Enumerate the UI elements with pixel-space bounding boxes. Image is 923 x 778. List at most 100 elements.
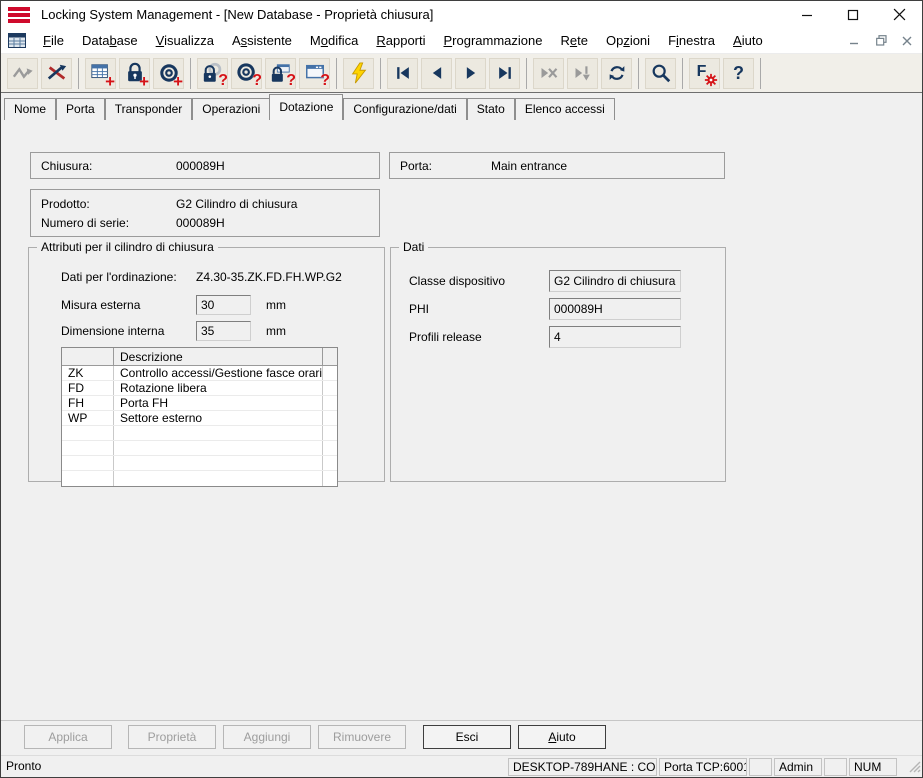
menu-programmazione[interactable]: Programmazione: [435, 30, 552, 51]
phi-field[interactable]: 000089H: [549, 298, 681, 320]
skip-record-button[interactable]: [567, 58, 598, 89]
classe-dispositivo-field[interactable]: G2 Cilindro di chiusura: [549, 270, 681, 292]
help-button[interactable]: ?: [723, 58, 754, 89]
menu-bar: File Database Visualizza Assistente Modi…: [1, 28, 922, 54]
query-window-button[interactable]: ?: [299, 58, 330, 89]
disconnect-button[interactable]: [41, 58, 72, 89]
maximize-button[interactable]: [830, 1, 876, 28]
menu-visualizza[interactable]: Visualizza: [147, 30, 223, 51]
read-transponder-button[interactable]: ?: [231, 58, 262, 89]
program-button[interactable]: [343, 58, 374, 89]
status-segment-user: Admin: [774, 758, 822, 776]
option-row-zk[interactable]: ZK Controllo accessi/Gestione fasce orar…: [62, 366, 337, 381]
prodotto-box: Prodotto: G2 Cilindro di chiusura Numero…: [30, 189, 380, 237]
last-record-button[interactable]: [489, 58, 520, 89]
connect-button[interactable]: [7, 58, 38, 89]
applica-button[interactable]: Applica: [24, 725, 112, 749]
mdi-restore-button[interactable]: [872, 33, 890, 49]
dimensione-interna-input[interactable]: 35: [196, 321, 251, 341]
plus-overlay-icon: +: [139, 73, 149, 90]
misura-esterna-label: Misura esterna: [61, 298, 140, 312]
profili-release-field[interactable]: 4: [549, 326, 681, 348]
toolbar-separator: [760, 58, 761, 89]
menu-rete[interactable]: Rete: [552, 30, 597, 51]
help-icon: ?: [733, 63, 744, 84]
tab-configurazione-dati[interactable]: Configurazione/dati: [343, 98, 466, 120]
misura-esterna-input[interactable]: 30: [196, 295, 251, 315]
menu-rapporti[interactable]: Rapporti: [367, 30, 434, 51]
menu-modifica[interactable]: Modifica: [301, 30, 367, 51]
menu-aiuto[interactable]: Aiuto: [724, 30, 772, 51]
new-plan-button[interactable]: +: [85, 58, 116, 89]
previous-record-button[interactable]: [421, 58, 452, 89]
option-desc: Rotazione libera: [114, 381, 323, 395]
search-button[interactable]: [645, 58, 676, 89]
status-segment-connection: DESKTOP-789HANE : COM(*): [508, 758, 657, 776]
proprieta-button[interactable]: Proprietà: [128, 725, 216, 749]
menu-database[interactable]: Database: [73, 30, 147, 51]
question-overlay-icon: ?: [252, 73, 262, 89]
toolbar-separator: [336, 58, 337, 89]
tab-operazioni[interactable]: Operazioni: [192, 98, 270, 120]
options-table: Descrizione ZK Controllo accessi/Gestion…: [61, 347, 338, 487]
read-lock-alt-button[interactable]: ?: [265, 58, 296, 89]
rimuovere-button[interactable]: Rimuovere: [318, 725, 406, 749]
porta-label: Porta:: [400, 157, 491, 176]
tab-elenco-accessi[interactable]: Elenco accessi: [515, 98, 615, 120]
prodotto-label: Prodotto:: [41, 195, 176, 214]
status-segment-num-lock: NUM: [849, 758, 897, 776]
close-button[interactable]: [876, 1, 922, 28]
minimize-icon: [801, 9, 813, 21]
filter-button[interactable]: F: [689, 58, 720, 89]
footer-button-bar: Applica Proprietà Aggiungi Rimuovere Esc…: [1, 721, 922, 755]
resize-grip[interactable]: [907, 759, 921, 776]
option-code: FH: [62, 396, 114, 410]
app-logo-icon: [8, 6, 32, 24]
option-row-fh[interactable]: FH Porta FH: [62, 396, 337, 411]
tab-porta[interactable]: Porta: [56, 98, 105, 120]
dimensione-interna-label: Dimensione interna: [61, 324, 164, 338]
dati-group-title: Dati: [399, 240, 428, 254]
mdi-close-button[interactable]: [898, 33, 916, 49]
next-record-icon: [461, 63, 481, 83]
plus-overlay-icon: +: [173, 73, 183, 90]
close-icon: [893, 8, 906, 21]
refresh-button[interactable]: [601, 58, 632, 89]
tab-stato[interactable]: Stato: [467, 98, 515, 120]
tab-transponder[interactable]: Transponder: [105, 98, 193, 120]
options-table-header: Descrizione: [62, 348, 337, 366]
tab-dotazione[interactable]: Dotazione: [269, 94, 343, 120]
tab-nome[interactable]: Nome: [4, 98, 56, 120]
misura-esterna-unit: mm: [266, 298, 286, 312]
menu-assistente[interactable]: Assistente: [223, 30, 301, 51]
program-icon: [348, 62, 370, 84]
aggiungi-button[interactable]: Aggiungi: [223, 725, 311, 749]
menu-file[interactable]: File: [34, 30, 73, 51]
toolbar-separator: [682, 58, 683, 89]
mdi-close-icon: [902, 36, 912, 46]
menu-finestra[interactable]: Finestra: [659, 30, 724, 51]
mdi-child-icon: [8, 33, 26, 48]
menu-opzioni[interactable]: Opzioni: [597, 30, 659, 51]
search-icon: [650, 62, 672, 84]
new-lock-button[interactable]: +: [119, 58, 150, 89]
porta-value: Main entrance: [491, 157, 567, 176]
read-lock-button[interactable]: ?: [197, 58, 228, 89]
minimize-button[interactable]: [784, 1, 830, 28]
empty-row: [62, 471, 337, 486]
tab-strip: Nome Porta Transponder Operazioni Dotazi…: [1, 93, 922, 120]
app-window: Locking System Management - [New Databas…: [0, 0, 923, 778]
esci-button[interactable]: Esci: [423, 725, 511, 749]
numero-serie-value: 000089H: [176, 214, 225, 233]
first-record-button[interactable]: [387, 58, 418, 89]
cancel-record-button[interactable]: [533, 58, 564, 89]
new-transponder-button[interactable]: +: [153, 58, 184, 89]
mdi-minimize-button[interactable]: [846, 33, 864, 49]
status-bar: Pronto DESKTOP-789HANE : COM(*) Porta TC…: [1, 755, 922, 777]
next-record-button[interactable]: [455, 58, 486, 89]
question-overlay-icon: ?: [218, 73, 228, 89]
option-row-wp[interactable]: WP Settore esterno: [62, 411, 337, 426]
option-desc: Settore esterno: [114, 411, 323, 425]
option-row-fd[interactable]: FD Rotazione libera: [62, 381, 337, 396]
aiuto-button[interactable]: Aiuto: [518, 725, 606, 749]
